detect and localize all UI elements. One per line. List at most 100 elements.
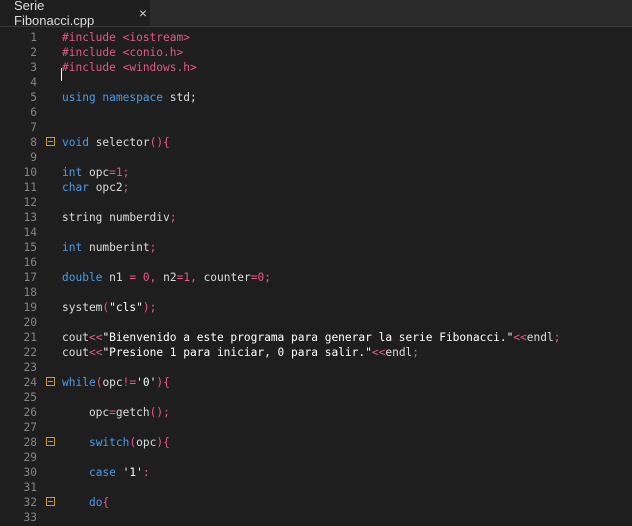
code-line[interactable]: 10 int opc=1; [0,165,632,180]
line-number: 22 [23,346,37,359]
code-line[interactable]: 11 char opc2; [0,180,632,195]
code-line[interactable]: 20 [0,315,632,330]
code-line[interactable]: 19 system("cls"); [0,300,632,315]
code-token: "Presione 1 para iniciar, 0 para salir." [102,346,372,359]
tab-bar: Serie Fibonacci.cpp × [0,0,632,28]
line-number: 32 [23,496,37,509]
line-number: 14 [23,226,37,239]
code-line[interactable]: 15 int numberint; [0,240,632,255]
line-number: 12 [23,196,37,209]
code-line[interactable]: 1 #include <iostream> [0,30,632,45]
code-token: switch [88,436,130,449]
line-number: 20 [23,316,37,329]
code-line[interactable]: 32 do{ [0,495,632,510]
code-token: << [88,346,103,359]
code-token: (); [149,406,170,419]
close-icon[interactable]: × [136,5,150,21]
code-text: cout<<"Presione 1 para iniciar, 0 para s… [62,345,419,360]
line-number: 8 [30,136,37,149]
code-line[interactable]: 13 string numberdiv; [0,210,632,225]
fold-collapse-icon[interactable] [46,497,55,506]
code-line[interactable]: 16 [0,255,632,270]
code-token: != [122,376,137,389]
code-token: 1 [115,166,123,179]
code-token: char [62,181,89,194]
line-number: 23 [23,361,37,374]
code-line[interactable]: 29 [0,450,632,465]
code-line[interactable]: 30 case '1': [0,465,632,480]
line-number: 21 [23,331,37,344]
code-line[interactable]: 23 [0,360,632,375]
line-number: 9 [30,151,37,164]
code-text: system("cls"); [62,300,156,315]
line-number: 27 [23,421,37,434]
fold-collapse-icon[interactable] [46,377,55,386]
code-token: '0' [136,376,157,389]
code-line[interactable]: 9 [0,150,632,165]
code-token: 0 [136,271,150,284]
line-number: 3 [30,61,37,74]
code-line[interactable]: 27 [0,420,632,435]
code-line[interactable]: 2 #include <conio.h> [0,45,632,60]
code-token: "Bienvenido a este programa para generar… [102,331,514,344]
code-token: string numberdiv [62,211,170,224]
line-number: 29 [23,451,37,464]
code-line[interactable]: 33 [0,510,632,525]
code-text: int opc=1; [62,165,129,180]
code-text: char opc2; [62,180,129,195]
code-text: void selector(){ [62,135,170,150]
line-number: 16 [23,256,37,269]
code-text: #include <conio.h> [62,45,183,60]
fold-collapse-icon[interactable] [46,437,55,446]
tab-serie-fibonacci[interactable]: Serie Fibonacci.cpp × [0,0,150,28]
code-token: n2 [156,271,177,284]
code-line[interactable]: 3 #include <windows.h> [0,60,632,75]
code-line[interactable]: 4 [0,75,632,90]
code-token: "cls" [109,301,143,314]
code-editor[interactable]: 1 #include <iostream> 2 #include <conio.h> 3… [0,30,632,526]
code-line[interactable]: 21 cout<<"Bienvenido a este programa para… [0,330,632,345]
code-token: = [109,166,116,179]
code-line[interactable]: 14 [0,225,632,240]
code-line[interactable]: 8 void selector(){ [0,135,632,150]
code-token: #include <conio.h> [62,46,184,59]
code-token: endl [385,346,413,359]
code-line[interactable]: 28 switch(opc){ [0,435,632,450]
code-line[interactable]: 22 cout<<"Presione 1 para iniciar, 0 para… [0,345,632,360]
code-token: cout [62,331,89,344]
code-token: ; [122,166,130,179]
code-token: ; [553,331,561,344]
code-token: n1 [102,271,130,284]
fold-collapse-icon[interactable] [46,137,55,146]
code-token: ); [142,301,157,314]
code-text: int numberint; [62,240,156,255]
line-number: 33 [23,511,37,524]
code-line[interactable]: 17 double n1 = 0, n2=1, counter=0; [0,270,632,285]
code-text: while(opc!='0'){ [62,375,170,390]
code-line[interactable]: 31 [0,480,632,495]
code-token: opc [102,376,123,389]
line-number: 28 [23,436,37,449]
line-number: 5 [30,91,37,104]
line-number: 2 [30,46,37,59]
code-token: int [62,241,83,254]
code-line[interactable]: 7 [0,120,632,135]
code-line[interactable]: 5 using namespace std; [0,90,632,105]
code-token: { [102,496,110,509]
code-line[interactable]: 24 while(opc!='0'){ [0,375,632,390]
code-line[interactable]: 6 [0,105,632,120]
code-line[interactable]: 12 [0,195,632,210]
line-number: 11 [23,181,37,194]
code-text: using namespace std; [62,90,197,105]
code-line[interactable]: 18 [0,285,632,300]
code-token: int [62,166,83,179]
code-token: ){ [156,376,170,389]
code-line[interactable]: 25 [0,390,632,405]
line-number: 4 [30,76,37,89]
code-token: cout [62,346,89,359]
code-token: << [371,346,386,359]
line-number: 17 [23,271,37,284]
code-line[interactable]: 26 opc=getch(); [0,405,632,420]
